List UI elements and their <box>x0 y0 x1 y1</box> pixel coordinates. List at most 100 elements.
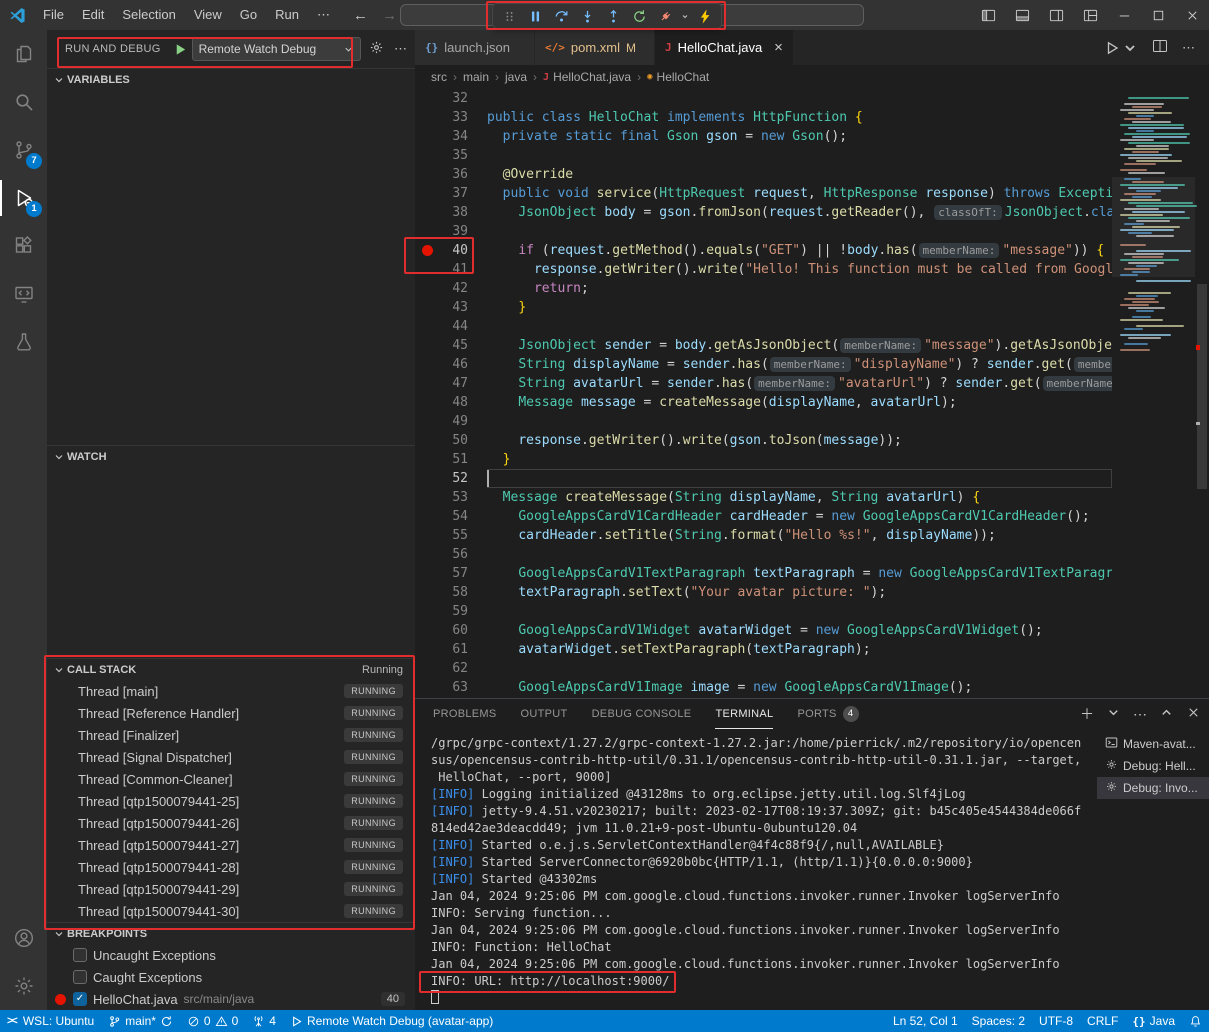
breadcrumb-item[interactable]: JHelloChat.java <box>543 70 631 84</box>
activitybar-run-and-debug-icon[interactable]: 1 <box>0 174 47 222</box>
editor-gutter[interactable]: 43 <box>415 298 487 317</box>
code-line[interactable]: 54 GoogleAppsCardV1CardHeader cardHeader… <box>415 507 1112 526</box>
editor-gutter[interactable]: 60 <box>415 621 487 640</box>
editor-gutter[interactable]: 42 <box>415 279 487 298</box>
dropdown-icon[interactable] <box>679 5 691 27</box>
code-line[interactable]: 56 <box>415 545 1112 564</box>
breadcrumb-item[interactable]: ◉HelloChat <box>647 70 709 84</box>
step-out-icon[interactable] <box>601 5 625 27</box>
indentation-indicator[interactable]: Spaces: 2 <box>965 1010 1032 1032</box>
editor-gutter[interactable]: 51 <box>415 450 487 469</box>
code-line[interactable]: 55 cardHeader.setTitle(String.format("He… <box>415 526 1112 545</box>
breadcrumb-item[interactable]: main <box>463 70 489 84</box>
terminal-session-item[interactable]: Debug: Invo... <box>1097 777 1209 799</box>
toggle-panel-icon[interactable] <box>1005 0 1039 30</box>
editor-gutter[interactable]: 53 <box>415 488 487 507</box>
breakpoint-checkbox[interactable] <box>73 970 87 984</box>
editor-gutter[interactable]: 34 <box>415 127 487 146</box>
gripper-icon[interactable] <box>497 5 521 27</box>
code-line[interactable]: 35 <box>415 146 1112 165</box>
breakpoint-icon[interactable] <box>422 245 433 256</box>
editor-gutter[interactable]: 32 <box>415 89 487 108</box>
code-line[interactable]: 47 String avatarUrl = sender.has(memberN… <box>415 374 1112 393</box>
code-line[interactable]: 49 <box>415 412 1112 431</box>
minimap[interactable] <box>1112 89 1195 698</box>
editor-gutter[interactable]: 62 <box>415 659 487 678</box>
step-into-icon[interactable] <box>575 5 599 27</box>
breakpoint-row[interactable]: Uncaught Exceptions <box>47 944 415 966</box>
code-line[interactable]: 62 <box>415 659 1112 678</box>
watch-section-header[interactable]: WATCH <box>47 445 415 467</box>
code-line[interactable]: 63 GoogleAppsCardV1Image image = new Goo… <box>415 678 1112 697</box>
editor-gutter[interactable]: 44 <box>415 317 487 336</box>
minimap-slider[interactable] <box>1112 177 1195 277</box>
menu-item-file[interactable]: File <box>34 0 73 30</box>
editor-gutter[interactable]: 38 <box>415 203 487 222</box>
breakpoint-checkbox[interactable] <box>73 948 87 962</box>
code-line[interactable]: 32 <box>415 89 1112 108</box>
code-line[interactable]: 59 <box>415 602 1112 621</box>
forwarded-ports-indicator[interactable]: 4 <box>245 1010 283 1032</box>
editor-gutter[interactable]: 41 <box>415 260 487 279</box>
code-line[interactable]: 39 <box>415 222 1112 241</box>
code-line[interactable]: 34 private static final Gson gson = new … <box>415 127 1112 146</box>
code-editor[interactable]: 3233public class HelloChat implements Ht… <box>415 89 1209 698</box>
cursor-position-indicator[interactable]: Ln 52, Col 1 <box>886 1010 965 1032</box>
editor-gutter[interactable]: 40 <box>415 241 487 260</box>
editor-gutter[interactable]: 56 <box>415 545 487 564</box>
editor-tab[interactable]: </>pom.xmlM <box>535 30 655 65</box>
menu-item-edit[interactable]: Edit <box>73 0 113 30</box>
panel-tab-problems[interactable]: PROBLEMS <box>433 699 497 729</box>
editor-gutter[interactable]: 59 <box>415 602 487 621</box>
editor-gutter[interactable]: 47 <box>415 374 487 393</box>
maximize-panel-icon[interactable] <box>1159 705 1174 723</box>
menu-item-run[interactable]: Run <box>266 0 308 30</box>
editor-gutter[interactable]: 35 <box>415 146 487 165</box>
hot-code-replace-icon[interactable] <box>693 5 717 27</box>
editor-gutter[interactable]: 33 <box>415 108 487 127</box>
editor-gutter[interactable]: 54 <box>415 507 487 526</box>
code-line[interactable]: 38 JsonObject body = gson.fromJson(reque… <box>415 203 1112 222</box>
toggle-secondary-sidebar-icon[interactable] <box>1039 0 1073 30</box>
call-stack-thread-row[interactable]: Thread [qtp1500079441-30]RUNNING <box>47 900 415 922</box>
start-debug-button[interactable] <box>173 42 188 57</box>
code-line[interactable]: 40 if (request.getMethod().equals("GET")… <box>415 241 1112 260</box>
editor-gutter[interactable]: 52 <box>415 469 487 488</box>
code-line[interactable]: 58 textParagraph.setText("Your avatar pi… <box>415 583 1112 602</box>
breakpoints-section-header[interactable]: BREAKPOINTS <box>47 922 415 944</box>
terminal-output[interactable]: /grpc/grpc-context/1.27.2/grpc-context-1… <box>415 729 1097 1010</box>
code-line[interactable]: 46 String displayName = sender.has(membe… <box>415 355 1112 374</box>
toggle-sidebar-icon[interactable] <box>971 0 1005 30</box>
code-line[interactable]: 43 } <box>415 298 1112 317</box>
activitybar-account-icon[interactable] <box>0 914 47 962</box>
minimize-icon[interactable] <box>1107 0 1141 30</box>
code-line[interactable]: 53 Message createMessage(String displayN… <box>415 488 1112 507</box>
step-over-icon[interactable] <box>549 5 573 27</box>
debug-configuration-select[interactable]: Remote Watch Debug <box>192 37 361 61</box>
editor-gutter[interactable]: 63 <box>415 678 487 697</box>
activitybar-search-icon[interactable] <box>0 78 47 126</box>
breakpoint-row[interactable]: Caught Exceptions <box>47 966 415 988</box>
editor-gutter[interactable]: 37 <box>415 184 487 203</box>
activitybar-remote-explorer-icon[interactable] <box>0 270 47 318</box>
activitybar-settings-icon[interactable] <box>0 962 47 1010</box>
editor-gutter[interactable]: 55 <box>415 526 487 545</box>
menu-item-go[interactable]: Go <box>231 0 266 30</box>
language-mode-indicator[interactable]: {} Java <box>1125 1010 1182 1032</box>
editor-gutter[interactable]: 45 <box>415 336 487 355</box>
code-line[interactable]: 37 public void service(HttpRequest reque… <box>415 184 1112 203</box>
code-line[interactable]: 52 <box>415 469 1112 488</box>
terminal-session-item[interactable]: Debug: Hell... <box>1097 755 1209 777</box>
terminal-session-item[interactable]: Maven-avat... <box>1097 733 1209 755</box>
eol-indicator[interactable]: CRLF <box>1080 1010 1125 1032</box>
menu-item-view[interactable]: View <box>185 0 231 30</box>
code-line[interactable]: 57 GoogleAppsCardV1TextParagraph textPar… <box>415 564 1112 583</box>
activitybar-extensions-icon[interactable] <box>0 222 47 270</box>
call-stack-thread-row[interactable]: Thread [qtp1500079441-29]RUNNING <box>47 878 415 900</box>
editor-more-actions-icon[interactable]: ⋯ <box>1182 40 1195 56</box>
editor-gutter[interactable]: 49 <box>415 412 487 431</box>
breadcrumb-item[interactable]: java <box>505 70 527 84</box>
call-stack-thread-row[interactable]: Thread [qtp1500079441-27]RUNNING <box>47 834 415 856</box>
forward-arrow-icon[interactable]: → <box>382 7 397 24</box>
breakpoint-checkbox[interactable]: ✓ <box>73 992 87 1006</box>
